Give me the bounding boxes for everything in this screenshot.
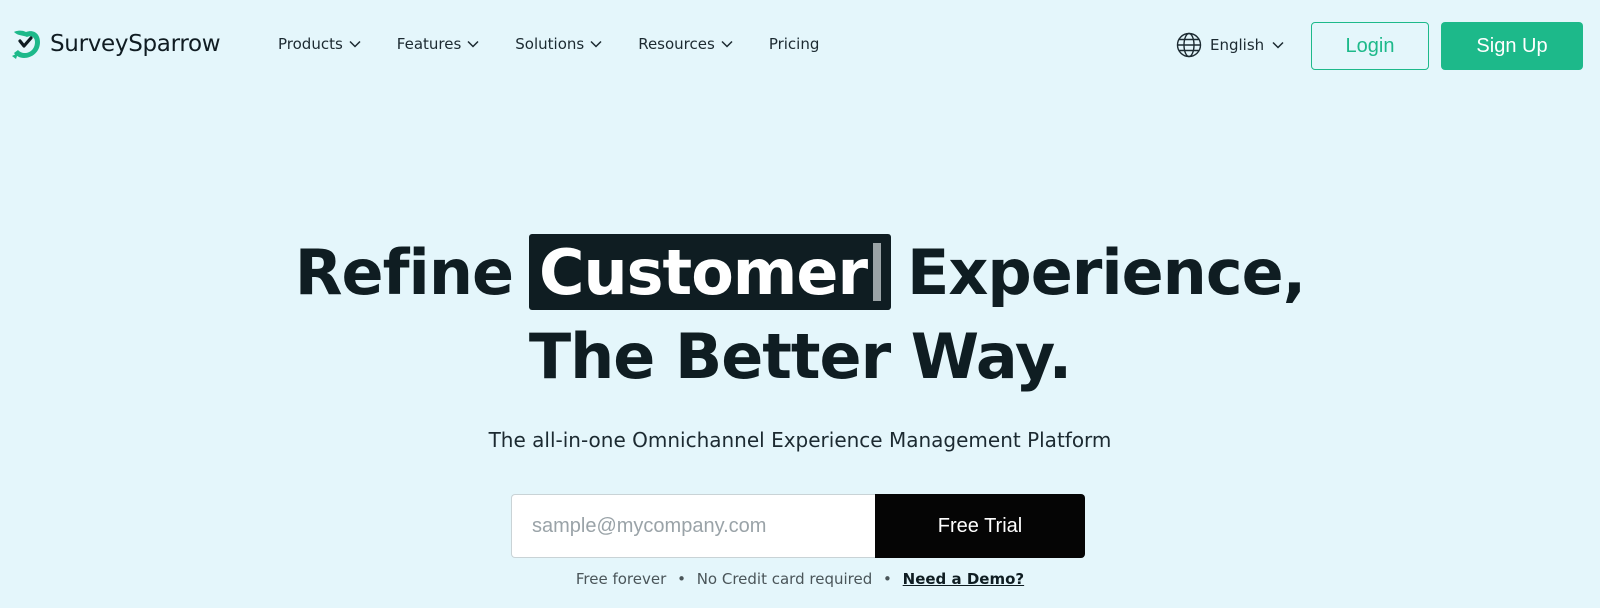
email-input[interactable] xyxy=(511,494,875,558)
language-label: English xyxy=(1210,36,1265,54)
hero-title-highlight-text: Customer xyxy=(539,235,868,309)
nav-item-label: Solutions xyxy=(515,35,585,53)
trial-signup-form: Free Trial xyxy=(511,494,1085,558)
nav-item-features[interactable]: Features xyxy=(397,35,480,53)
brand-name: SurveySparrow xyxy=(50,31,221,57)
site-header: SurveySparrow Products Features Solution… xyxy=(0,0,1600,90)
chevron-down-icon xyxy=(721,40,733,48)
hero-title-suffix: Experience, xyxy=(907,235,1306,309)
nav-item-products[interactable]: Products xyxy=(278,35,361,53)
nav-item-label: Features xyxy=(396,35,462,53)
typing-caret xyxy=(873,243,882,301)
language-selector[interactable]: English xyxy=(1176,32,1284,58)
separator-dot: • xyxy=(677,570,686,588)
hero-subtitle: The all-in-one Omnichannel Experience Ma… xyxy=(488,428,1112,452)
globe-icon xyxy=(1176,32,1202,58)
nav-item-label: Products xyxy=(278,35,343,53)
free-trial-button[interactable]: Free Trial xyxy=(875,494,1085,558)
hero-title-prefix: Refine xyxy=(294,235,514,309)
need-demo-link[interactable]: Need a Demo? xyxy=(903,570,1024,588)
nav-item-label: Pricing xyxy=(768,35,820,53)
sparrow-logo-icon xyxy=(12,30,40,59)
hero-title: Refine Customer Experience, xyxy=(0,232,1600,312)
chevron-down-icon xyxy=(590,40,602,48)
nav-item-resources[interactable]: Resources xyxy=(638,35,733,53)
main-nav: Products Features Solutions Resources Pr… xyxy=(278,30,855,58)
chevron-down-icon xyxy=(467,40,479,48)
nav-item-solutions[interactable]: Solutions xyxy=(515,35,602,53)
nav-item-label: Resources xyxy=(638,35,715,53)
brand-logo[interactable]: SurveySparrow xyxy=(10,24,221,64)
hero-title-highlight: Customer xyxy=(529,234,892,310)
footnote-free-forever: Free forever xyxy=(575,570,667,588)
signup-footnote: Free forever • No Credit card required •… xyxy=(0,570,1600,588)
chevron-down-icon xyxy=(349,40,361,48)
footnote-no-credit-card: No Credit card required xyxy=(696,570,873,588)
signup-button[interactable]: Sign Up xyxy=(1441,22,1583,70)
hero-title-line2: The Better Way. xyxy=(528,319,1072,393)
nav-item-pricing[interactable]: Pricing xyxy=(769,35,820,53)
separator-dot: • xyxy=(883,570,892,588)
login-button[interactable]: Login xyxy=(1311,22,1429,70)
chevron-down-icon xyxy=(1272,41,1284,49)
